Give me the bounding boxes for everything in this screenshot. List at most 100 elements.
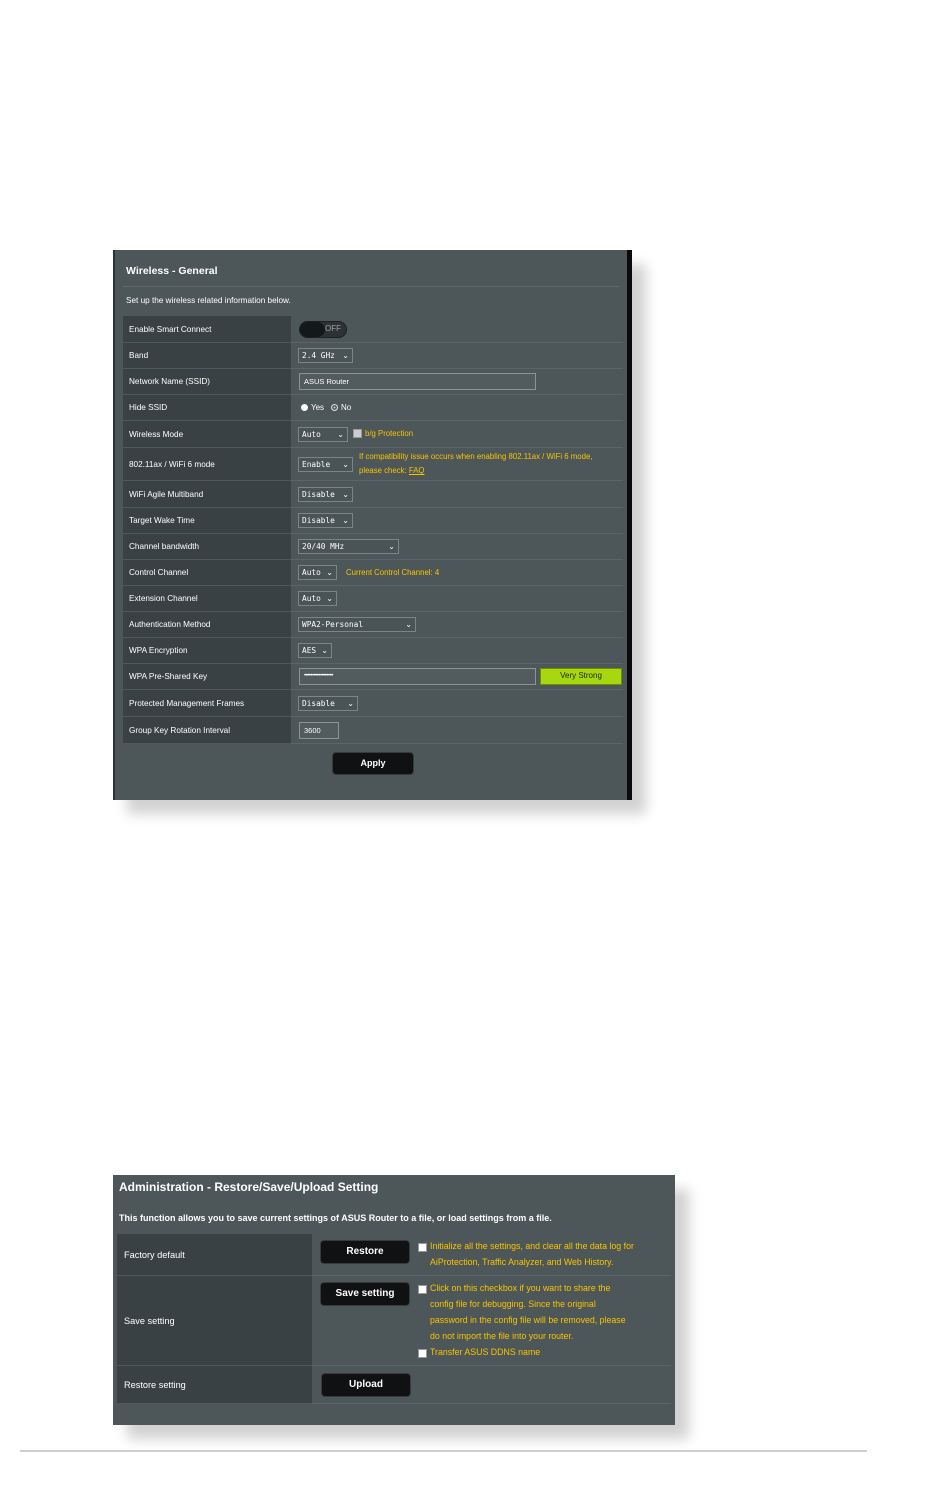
wpa-encryption-select[interactable]: AES ⌄	[298, 643, 332, 658]
select-value: Disable	[302, 516, 335, 525]
ssid-input[interactable]: ASUS Router	[299, 373, 536, 390]
chevron-down-icon: ⌄	[326, 594, 333, 603]
note-line: AiProtection, Traffic Analyzer, and Web …	[430, 1257, 614, 1267]
row-channel-bandwidth: Channel bandwidth 20/40 MHz ⌄	[123, 534, 623, 560]
note-line: config file for debugging. Since the ori…	[430, 1299, 596, 1309]
chevron-down-icon: ⌄	[337, 430, 344, 439]
row-control-channel: Control Channel Auto ⌄ Current Control Ch…	[123, 560, 623, 586]
row-ssid: Network Name (SSID) ASUS Router	[123, 369, 623, 395]
row-label: Save setting	[117, 1276, 312, 1366]
row-label: Factory default	[117, 1234, 312, 1276]
row-save-setting: Save setting Save setting Click on this …	[117, 1276, 671, 1366]
twt-select[interactable]: Disable ⌄	[298, 513, 353, 528]
admin-restore-panel: Administration - Restore/Save/Upload Set…	[113, 1175, 675, 1425]
select-value: 20/40 MHz	[302, 542, 345, 551]
smart-connect-toggle[interactable]: OFF	[299, 321, 347, 338]
upload-button[interactable]: Upload	[321, 1373, 411, 1397]
radio-dot-selected	[331, 404, 338, 411]
note-line: Click on this checkbox if you want to sh…	[430, 1283, 611, 1293]
row-label: Band	[123, 343, 291, 369]
apply-button[interactable]: Apply	[332, 752, 414, 775]
pmf-select[interactable]: Disable ⌄	[298, 696, 358, 711]
row-label: Protected Management Frames	[123, 690, 291, 717]
wifi6-mode-select[interactable]: Enable ⌄	[298, 457, 353, 472]
chevron-down-icon: ⌄	[342, 351, 349, 360]
band-select[interactable]: 2.4 GHz ⌄	[298, 348, 353, 363]
wireless-mode-select[interactable]: Auto ⌄	[298, 427, 348, 442]
channel-bandwidth-select[interactable]: 20/40 MHz ⌄	[298, 539, 399, 554]
row-label: Control Channel	[123, 560, 291, 586]
auth-method-select[interactable]: WPA2-Personal ⌄	[298, 617, 416, 632]
select-value: Auto	[302, 594, 321, 603]
transfer-ddns-checkbox[interactable]	[418, 1349, 427, 1358]
chevron-down-icon: ⌄	[388, 542, 395, 551]
row-authentication-method: Authentication Method WPA2-Personal ⌄	[123, 612, 623, 638]
control-channel-select[interactable]: Auto ⌄	[298, 565, 337, 580]
restore-button[interactable]: Restore	[320, 1240, 410, 1264]
chevron-down-icon: ⌄	[342, 516, 349, 525]
radio-label: No	[341, 403, 352, 412]
extension-channel-select[interactable]: Auto ⌄	[298, 591, 337, 606]
select-value: Auto	[302, 568, 321, 577]
chevron-down-icon: ⌄	[405, 620, 412, 629]
radio-label: Yes	[311, 403, 325, 412]
row-extension-channel: Extension Channel Auto ⌄	[123, 586, 623, 612]
note-line: If compatibility issue occurs when enabl…	[359, 452, 593, 461]
current-channel-note: Current Control Channel: 4	[346, 568, 440, 577]
panel-title: Wireless - General	[126, 265, 218, 277]
clear-data-checkbox[interactable]	[418, 1243, 427, 1252]
gkri-input[interactable]: 3600	[299, 722, 339, 739]
psk-input[interactable]: ••••••••••••••••••	[299, 668, 536, 685]
row-label: Extension Channel	[123, 586, 291, 612]
transfer-ddns-label: Transfer ASUS DDNS name	[430, 1347, 541, 1357]
hide-ssid-no-radio[interactable]: No	[331, 403, 351, 412]
row-label: WPA Encryption	[123, 638, 291, 664]
title-divider	[123, 286, 619, 287]
page-footer-divider	[20, 1450, 867, 1452]
row-wireless-mode: Wireless Mode Auto ⌄ b/g Protection	[123, 421, 623, 448]
row-label: Channel bandwidth	[123, 534, 291, 560]
select-value: Enable	[302, 460, 331, 469]
bg-protection-checkbox[interactable]	[353, 429, 362, 438]
row-agile-multiband: WiFi Agile Multiband Disable ⌄	[123, 481, 623, 508]
wireless-general-panel: Wireless - General Set up the wireless r…	[113, 250, 632, 800]
row-wpa-encryption: WPA Encryption AES ⌄	[123, 638, 623, 664]
faq-link[interactable]: FAQ	[409, 466, 425, 475]
wifi6-note: If compatibility issue occurs when enabl…	[359, 450, 592, 478]
row-label: Hide SSID	[123, 395, 291, 421]
row-label: WiFi Agile Multiband	[123, 481, 291, 508]
save-setting-button[interactable]: Save setting	[320, 1282, 410, 1306]
panel-description: Set up the wireless related information …	[126, 296, 291, 305]
select-value: WPA2-Personal	[302, 620, 364, 629]
bg-protection-label: b/g Protection	[365, 429, 414, 438]
note-text: please check:	[359, 466, 407, 475]
panel-description: This function allows you to save current…	[119, 1213, 552, 1223]
factory-note: Initialize all the settings, and clear a…	[430, 1238, 634, 1270]
chevron-down-icon: ⌄	[326, 568, 333, 577]
radio-dot	[301, 404, 308, 411]
row-wpa-psk: WPA Pre-Shared Key •••••••••••••••••• Ve…	[123, 664, 623, 690]
share-debug-checkbox[interactable]	[418, 1285, 427, 1294]
select-value: Disable	[302, 699, 335, 708]
row-label: WPA Pre-Shared Key	[123, 664, 291, 690]
panel-title: Administration - Restore/Save/Upload Set…	[119, 1180, 379, 1194]
row-label: Wireless Mode	[123, 421, 291, 448]
row-pmf: Protected Management Frames Disable ⌄	[123, 690, 623, 717]
password-strength-badge: Very Strong	[540, 668, 622, 685]
note-line: please check: FAQ	[359, 464, 592, 478]
row-wifi6-mode: 802.11ax / WiFi 6 mode Enable ⌄ If compat…	[123, 448, 623, 481]
note-line: Initialize all the settings, and clear a…	[430, 1241, 634, 1251]
row-target-wake-time: Target Wake Time Disable ⌄	[123, 508, 623, 534]
select-value: Disable	[302, 490, 335, 499]
toggle-state: OFF	[325, 324, 341, 333]
row-label: Restore setting	[117, 1366, 312, 1404]
toggle-knob	[300, 322, 325, 337]
chevron-down-icon: ⌄	[342, 490, 349, 499]
select-value: Auto	[302, 430, 321, 439]
chevron-down-icon: ⌄	[342, 460, 349, 469]
row-label: Target Wake Time	[123, 508, 291, 534]
row-band: Band 2.4 GHz ⌄	[123, 343, 623, 369]
row-label: 802.11ax / WiFi 6 mode	[123, 448, 291, 481]
agile-multiband-select[interactable]: Disable ⌄	[298, 487, 353, 502]
hide-ssid-yes-radio[interactable]: Yes	[301, 403, 324, 412]
